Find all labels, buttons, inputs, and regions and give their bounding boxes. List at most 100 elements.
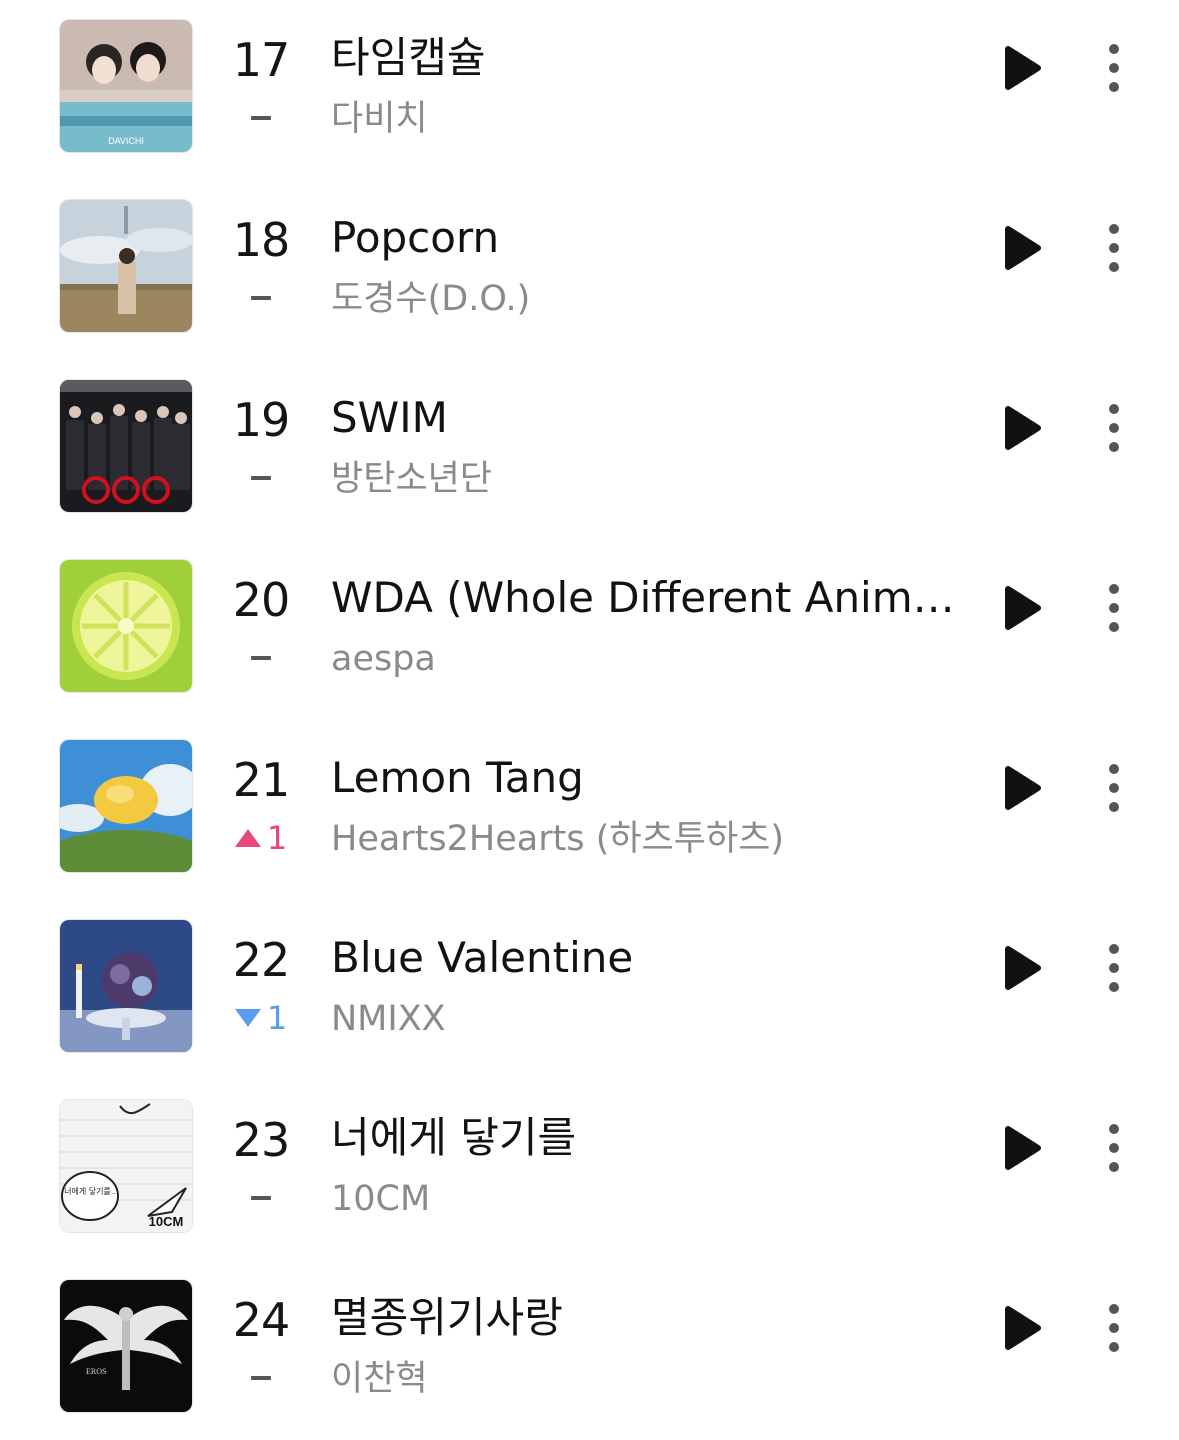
rank-number: 22 (232, 933, 291, 987)
rank-change (210, 638, 312, 678)
more-options-button[interactable] (1094, 400, 1134, 456)
more-vertical-icon (1109, 224, 1119, 272)
track-row[interactable]: 너에게 닿기를.. 10CM 23 너에게 닿기를 10CM (0, 1080, 1179, 1260)
play-icon (1005, 1126, 1041, 1170)
more-options-button[interactable] (1094, 1300, 1134, 1356)
more-vertical-icon (1109, 1124, 1119, 1172)
album-cover-art: 너에게 닿기를.. 10CM (60, 1100, 192, 1232)
rank-change (210, 1358, 312, 1398)
album-cover[interactable] (60, 740, 192, 872)
play-icon (1005, 946, 1041, 990)
track-title[interactable]: Lemon Tang (331, 750, 971, 806)
more-vertical-icon (1109, 44, 1119, 92)
track-row[interactable]: EROS 24 멸종위기사랑 이찬혁 (0, 1260, 1179, 1440)
rank-change-amount: 1 (266, 999, 288, 1037)
track-artist[interactable]: 방탄소년단 (331, 456, 971, 502)
track-row[interactable]: 20 WDA (Whole Different Animal... aespa (0, 540, 1179, 720)
track-artist[interactable]: NMIXX (331, 996, 971, 1042)
track-row[interactable]: 21 1 Lemon Tang Hearts2Hearts (하츠투하츠) (0, 720, 1179, 900)
rank-number: 21 (232, 753, 291, 807)
play-button[interactable] (994, 940, 1050, 996)
track-artist[interactable]: aespa (331, 636, 971, 682)
chart-list: DAVICHI 17 타임캡슐 다비치 18 Popcorn 도경수(D.O.)… (0, 0, 1179, 1435)
more-options-button[interactable] (1094, 760, 1134, 816)
album-cover-art (60, 380, 192, 512)
album-cover-art (60, 200, 192, 332)
rank-number: 23 (232, 1113, 291, 1167)
rank-change-amount: 1 (266, 819, 288, 857)
play-icon (1005, 46, 1041, 90)
more-vertical-icon (1109, 584, 1119, 632)
rank-down-arrow-icon (234, 1009, 261, 1027)
rank-number: 19 (232, 393, 291, 447)
more-options-button[interactable] (1094, 940, 1134, 996)
no-change-dash-icon (251, 656, 271, 660)
track-artist[interactable]: 이찬혁 (331, 1356, 971, 1402)
play-button[interactable] (994, 1120, 1050, 1176)
play-button[interactable] (994, 1300, 1050, 1356)
more-vertical-icon (1109, 764, 1119, 812)
rank-number: 17 (232, 33, 291, 87)
play-icon (1005, 406, 1041, 450)
rank-change: 1 (210, 998, 312, 1038)
no-change-dash-icon (251, 296, 271, 300)
track-row[interactable]: 18 Popcorn 도경수(D.O.) (0, 180, 1179, 360)
album-cover-art: DAVICHI (60, 20, 192, 152)
album-cover[interactable]: 너에게 닿기를.. 10CM (60, 1100, 192, 1232)
more-options-button[interactable] (1094, 40, 1134, 96)
album-cover[interactable] (60, 200, 192, 332)
album-cover-art (60, 920, 192, 1052)
album-cover-art (60, 560, 192, 692)
track-title[interactable]: Blue Valentine (331, 930, 971, 986)
play-icon (1005, 226, 1041, 270)
album-cover[interactable] (60, 560, 192, 692)
album-cover[interactable]: EROS (60, 1280, 192, 1412)
cover-bubble-text: 너에게 닿기를.. (64, 1186, 116, 1196)
track-row[interactable]: DAVICHI 17 타임캡슐 다비치 (0, 0, 1179, 180)
no-change-dash-icon (251, 1196, 271, 1200)
play-icon (1005, 586, 1041, 630)
no-change-dash-icon (251, 1376, 271, 1380)
rank-change (210, 278, 312, 318)
track-artist[interactable]: 10CM (331, 1176, 971, 1222)
album-cover-art (60, 740, 192, 872)
play-button[interactable] (994, 220, 1050, 276)
album-cover[interactable] (60, 920, 192, 1052)
play-button[interactable] (994, 760, 1050, 816)
track-row[interactable]: 22 1 Blue Valentine NMIXX (0, 900, 1179, 1080)
cover-caption: 10CM (149, 1214, 184, 1229)
no-change-dash-icon (251, 116, 271, 120)
album-cover-art: EROS (60, 1280, 192, 1412)
more-vertical-icon (1109, 944, 1119, 992)
rank-number: 18 (232, 213, 291, 267)
track-title[interactable]: 너에게 닿기를 (331, 1110, 971, 1166)
more-options-button[interactable] (1094, 1120, 1134, 1176)
track-title[interactable]: Popcorn (331, 210, 971, 266)
play-button[interactable] (994, 40, 1050, 96)
play-icon (1005, 766, 1041, 810)
rank-number: 24 (232, 1293, 291, 1347)
rank-change: 1 (210, 818, 312, 858)
play-icon (1005, 1306, 1041, 1350)
play-button[interactable] (994, 580, 1050, 636)
rank-change (210, 1178, 312, 1218)
rank-up-arrow-icon (234, 829, 261, 847)
rank-change (210, 458, 312, 498)
track-artist[interactable]: 다비치 (331, 96, 971, 142)
more-options-button[interactable] (1094, 220, 1134, 276)
cover-caption: DAVICHI (108, 136, 144, 146)
track-title[interactable]: 타임캡슐 (331, 30, 971, 86)
track-title[interactable]: 멸종위기사랑 (331, 1290, 971, 1346)
track-row[interactable]: 19 SWIM 방탄소년단 (0, 360, 1179, 540)
album-cover[interactable] (60, 380, 192, 512)
play-button[interactable] (994, 400, 1050, 456)
track-artist[interactable]: Hearts2Hearts (하츠투하츠) (331, 816, 971, 862)
track-artist[interactable]: 도경수(D.O.) (331, 276, 971, 322)
album-cover[interactable]: DAVICHI (60, 20, 192, 152)
track-title[interactable]: WDA (Whole Different Animal... (331, 570, 971, 626)
more-options-button[interactable] (1094, 580, 1134, 636)
track-title[interactable]: SWIM (331, 390, 971, 446)
no-change-dash-icon (251, 476, 271, 480)
cover-caption: EROS (86, 1367, 106, 1376)
more-vertical-icon (1109, 1304, 1119, 1352)
